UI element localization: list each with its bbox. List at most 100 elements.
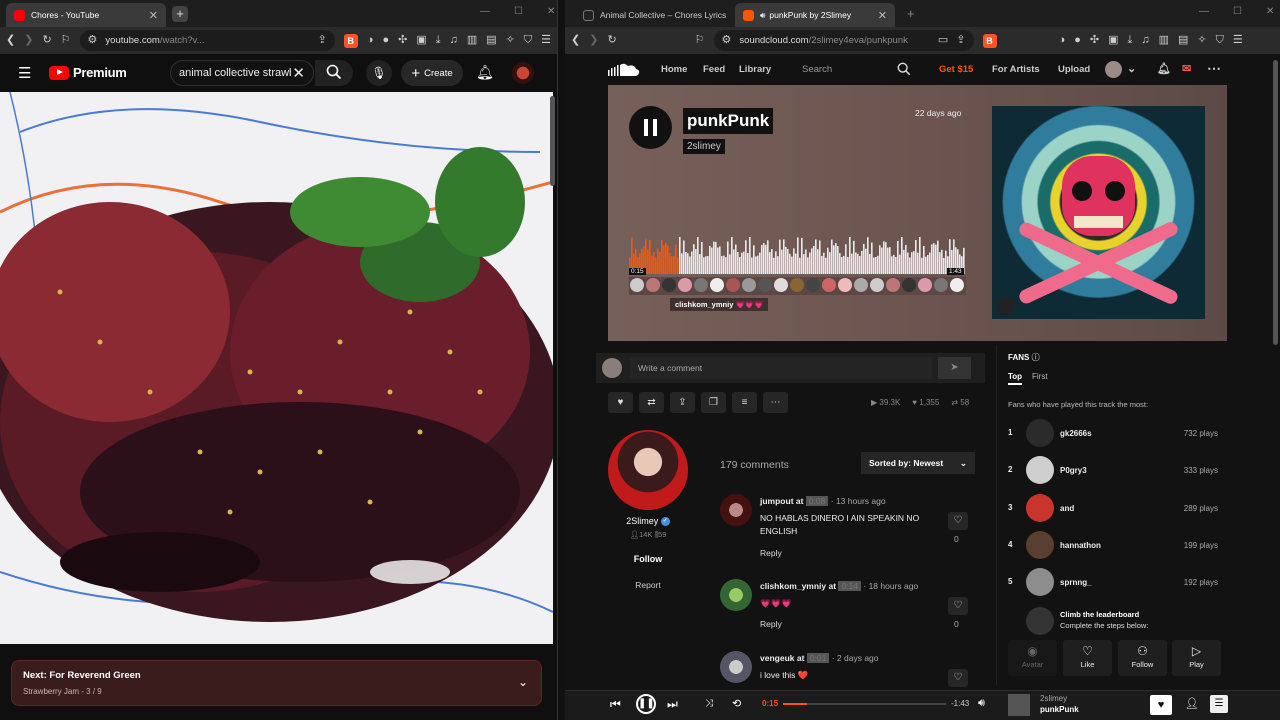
- reply-button[interactable]: Reply: [760, 619, 782, 629]
- fan-row[interactable]: 5 sprnng_ 192 plays: [1008, 568, 1218, 596]
- fan-row[interactable]: 1 gk2666s 732 plays: [1008, 419, 1218, 447]
- extension-icon[interactable]: ▣: [1108, 35, 1118, 46]
- download-icon[interactable]: ⤓: [436, 35, 441, 46]
- waveform-comment-avatar[interactable]: [742, 278, 756, 292]
- nav-home[interactable]: Home: [661, 64, 687, 75]
- reload-icon[interactable]: ↻: [607, 35, 616, 46]
- commenter-avatar[interactable]: [720, 651, 752, 683]
- extension-icon[interactable]: ◑: [367, 35, 374, 46]
- next-track-icon[interactable]: ⏭: [667, 697, 678, 712]
- bookmark-icon[interactable]: ⚐: [61, 35, 71, 46]
- copy-link-button[interactable]: ❐: [701, 392, 726, 413]
- fans-tab-first[interactable]: First: [1032, 372, 1048, 381]
- tab-youtube[interactable]: Chores - YouTube ✕: [6, 3, 166, 27]
- close-window-icon[interactable]: ✕: [547, 6, 555, 17]
- now-playing-artist[interactable]: 2slimey: [1040, 694, 1067, 703]
- cast-icon[interactable]: ▭: [938, 35, 948, 46]
- user-avatar[interactable]: [1105, 61, 1122, 78]
- reload-icon[interactable]: ↻: [42, 35, 51, 46]
- commenter-avatar[interactable]: [720, 494, 752, 526]
- waveform-comment-avatar[interactable]: [886, 278, 900, 292]
- waveform-comment-avatar[interactable]: [822, 278, 836, 292]
- artist-avatar[interactable]: [608, 430, 688, 510]
- brave-shields-icon[interactable]: B: [982, 33, 997, 48]
- tab-soundcloud[interactable]: 🔊︎ punkPunk by 2Slimey ✕: [735, 3, 895, 27]
- extension-icon[interactable]: ◑: [1059, 35, 1066, 46]
- download-icon[interactable]: ⤓: [1127, 35, 1132, 46]
- back-icon[interactable]: ❮: [6, 35, 15, 46]
- follow-user-icon[interactable]: 👤︎: [1185, 697, 1199, 710]
- more-options-icon[interactable]: ⋯: [1207, 60, 1221, 77]
- track-artist-link[interactable]: 2slimey: [683, 139, 725, 154]
- page-scrollbar[interactable]: [1273, 60, 1278, 345]
- search-button[interactable]: [315, 60, 353, 86]
- comment-timestamp[interactable]: 0:14: [838, 581, 861, 591]
- share-icon[interactable]: ⇪: [318, 35, 327, 46]
- extensions-puzzle-icon[interactable]: ✣: [1090, 35, 1099, 46]
- leo-icon[interactable]: ✧: [1197, 35, 1206, 46]
- youtube-logo[interactable]: Premium: [49, 65, 127, 80]
- commenter-name[interactable]: jumpout: [760, 496, 794, 506]
- waveform[interactable]: [629, 237, 966, 278]
- repost-button[interactable]: ⇄: [639, 392, 664, 413]
- share-button[interactable]: ⇪: [670, 392, 695, 413]
- messages-mail-icon[interactable]: ✉: [1182, 62, 1191, 75]
- step-avatar-button[interactable]: ◉ Avatar: [1008, 640, 1057, 676]
- previous-track-icon[interactable]: ⏮: [610, 697, 621, 712]
- pause-button[interactable]: [629, 106, 672, 149]
- step-play-button[interactable]: ▷ Play: [1172, 640, 1221, 676]
- extension-icon[interactable]: ●: [382, 35, 389, 46]
- notifications-bell-icon[interactable]: 🔔︎: [1157, 62, 1171, 75]
- add-to-playlist-button[interactable]: ≡: [732, 392, 757, 413]
- account-avatar[interactable]: [512, 62, 534, 84]
- comment-like-button[interactable]: ♡: [948, 512, 968, 530]
- vpn-icon[interactable]: ⛉: [524, 35, 532, 46]
- extensions-puzzle-icon[interactable]: ✣: [398, 35, 407, 46]
- forward-icon[interactable]: ❯: [589, 35, 598, 46]
- nav-for-artists[interactable]: For Artists: [992, 64, 1040, 75]
- queue-icon[interactable]: ☰: [1210, 695, 1228, 713]
- waveform-comment-avatar[interactable]: [918, 278, 932, 292]
- comment-like-button[interactable]: ♡: [948, 669, 968, 687]
- brave-shields-icon[interactable]: B: [343, 33, 358, 48]
- waveform-comment-avatar[interactable]: [838, 278, 852, 292]
- waveform-comment-avatar[interactable]: [630, 278, 644, 292]
- like-icon[interactable]: ♥: [1150, 695, 1172, 715]
- waveform-comment-avatar[interactable]: [774, 278, 788, 292]
- page-scrollbar[interactable]: [550, 96, 555, 186]
- hamburger-menu-icon[interactable]: ☰: [18, 64, 31, 82]
- media-icon[interactable]: ♫: [1141, 35, 1149, 46]
- minimize-icon[interactable]: —: [1199, 6, 1209, 17]
- voice-search-button[interactable]: 🎙: [366, 60, 392, 86]
- waveform-comment-avatar[interactable]: [694, 278, 708, 292]
- sidebar-icon[interactable]: ▥: [467, 35, 477, 46]
- vpn-icon[interactable]: ⛉: [1216, 35, 1224, 46]
- extension-icon[interactable]: ▣: [416, 35, 426, 46]
- minimize-icon[interactable]: —: [480, 6, 490, 17]
- comment-timestamp[interactable]: 0:08: [805, 496, 829, 506]
- send-comment-button[interactable]: ➤: [938, 357, 971, 379]
- chevron-down-icon[interactable]: ⌄: [1127, 62, 1136, 75]
- waveform-comment-avatar[interactable]: [934, 278, 948, 292]
- nav-library[interactable]: Library: [739, 64, 771, 75]
- commenter-name[interactable]: clishkom_ymniy: [760, 581, 826, 591]
- reply-button[interactable]: Reply: [760, 548, 782, 558]
- commenter-name[interactable]: vengeuk: [760, 653, 795, 663]
- site-info-icon[interactable]: ⚙: [88, 35, 98, 46]
- get-offer-link[interactable]: Get $15: [939, 64, 973, 75]
- waveform-comment-avatar[interactable]: [758, 278, 772, 292]
- waveform-comment-avatar[interactable]: [726, 278, 740, 292]
- chevron-down-icon[interactable]: ⌄: [518, 675, 528, 689]
- like-button[interactable]: ♥: [608, 392, 633, 413]
- new-tab-button[interactable]: +: [907, 6, 915, 21]
- maximize-icon[interactable]: ☐: [1233, 6, 1242, 17]
- track-cover-art[interactable]: [992, 106, 1205, 319]
- sidebar-icon[interactable]: ▥: [1159, 35, 1169, 46]
- waveform-comment-avatar[interactable]: [662, 278, 676, 292]
- share-icon[interactable]: ⇪: [956, 35, 965, 46]
- player-progress-bar[interactable]: [783, 703, 946, 705]
- media-icon[interactable]: ♫: [450, 35, 458, 46]
- close-tab-icon[interactable]: ✕: [872, 9, 887, 22]
- waveform-comment-avatars[interactable]: [629, 277, 966, 295]
- now-playing-artwork[interactable]: [1008, 694, 1030, 716]
